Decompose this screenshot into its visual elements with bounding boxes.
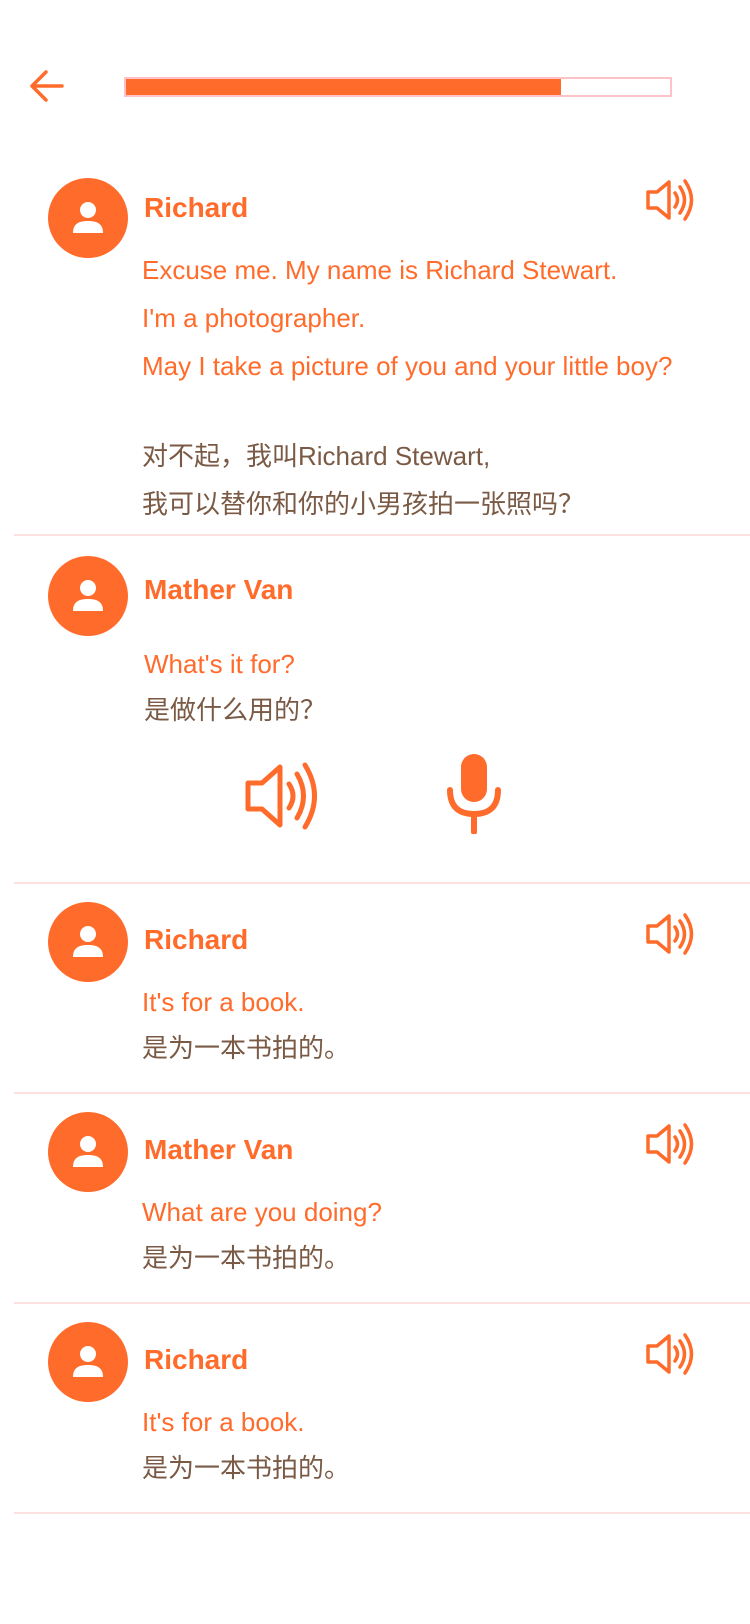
speaker-name: Mather Van xyxy=(144,1134,294,1165)
avatar xyxy=(48,178,128,258)
speaker-name: Richard xyxy=(144,1344,249,1375)
dialogue-card: Richard It's for a book. 是为一本书拍的。 xyxy=(14,1304,750,1514)
speaker-name: Richard xyxy=(144,924,249,955)
english-line: It's for a book. xyxy=(142,1407,305,1437)
english-text: Excuse me. My name is Richard Stewart. I… xyxy=(142,246,682,390)
play-audio-button[interactable] xyxy=(644,176,694,224)
speaker-icon xyxy=(646,1333,694,1375)
person-icon xyxy=(73,580,103,611)
chinese-line: 我可以替你和你的小男孩拍一张照吗？ xyxy=(142,489,585,519)
avatar xyxy=(48,1112,128,1192)
english-line: What are you doing? xyxy=(142,1197,382,1227)
avatar xyxy=(48,902,128,982)
chinese-text: 是为一本书拍的。 xyxy=(142,1234,682,1282)
chinese-text: 是为一本书拍的。 xyxy=(142,1024,682,1072)
speaker-icon xyxy=(646,179,694,221)
avatar xyxy=(48,1322,128,1402)
chinese-line: 对不起，我叫Richard Stewart, xyxy=(142,441,491,471)
speaker-icon xyxy=(245,762,317,830)
play-audio-button[interactable] xyxy=(242,756,322,836)
chinese-line: 是为一本书拍的。 xyxy=(142,1243,351,1273)
progress-fill xyxy=(126,79,562,95)
play-audio-button[interactable] xyxy=(644,910,694,958)
english-text: It's for a book. xyxy=(142,1398,682,1446)
dialogue-card: Mather Van What are you doing? 是为一本书拍的。 xyxy=(14,1094,750,1304)
back-button[interactable] xyxy=(28,66,68,106)
dialogue-card: Richard It's for a book. 是为一本书拍的。 xyxy=(14,884,750,1094)
speaker-icon xyxy=(646,1123,694,1165)
english-line: What's it for? xyxy=(144,649,295,679)
english-line: It's for a book. xyxy=(142,987,305,1017)
arrow-left-icon xyxy=(30,70,64,102)
microphone-icon xyxy=(447,754,501,835)
speaker-name: Mather Van xyxy=(144,574,294,605)
chinese-line: 是做什么用的？ xyxy=(144,695,327,725)
chinese-line: 是为一本书拍的。 xyxy=(142,1453,351,1483)
speaker-icon xyxy=(646,913,694,955)
speaker-name: Richard xyxy=(144,192,249,223)
chinese-text: 对不起，我叫Richard Stewart, 我可以替你和你的小男孩拍一张照吗？ xyxy=(142,432,682,528)
dialogue-card: Richard Excuse me. My name is Richard St… xyxy=(14,150,750,536)
top-bar xyxy=(0,0,750,150)
english-text: It's for a book. xyxy=(142,978,682,1026)
chinese-text: 是为一本书拍的。 xyxy=(142,1444,682,1492)
person-icon xyxy=(73,202,103,233)
record-button[interactable] xyxy=(444,752,504,835)
play-audio-button[interactable] xyxy=(644,1330,694,1378)
english-text: What's it for? xyxy=(144,640,684,688)
person-icon xyxy=(73,1136,103,1167)
play-audio-button[interactable] xyxy=(644,1120,694,1168)
person-icon xyxy=(73,1346,103,1377)
lesson-progress-bar xyxy=(124,77,672,97)
avatar xyxy=(48,556,128,636)
dialogue-card-active: Mather Van What's it for? 是做什么用的？ xyxy=(14,536,750,884)
english-line: I'm a photographer. xyxy=(142,303,366,333)
chinese-line: 是为一本书拍的。 xyxy=(142,1033,351,1063)
person-icon xyxy=(73,926,103,957)
english-text: What are you doing? xyxy=(142,1188,682,1236)
chinese-text: 是做什么用的？ xyxy=(144,686,684,734)
english-line: May I take a picture of you and your lit… xyxy=(142,351,673,381)
english-line: Excuse me. My name is Richard Stewart. xyxy=(142,255,618,285)
